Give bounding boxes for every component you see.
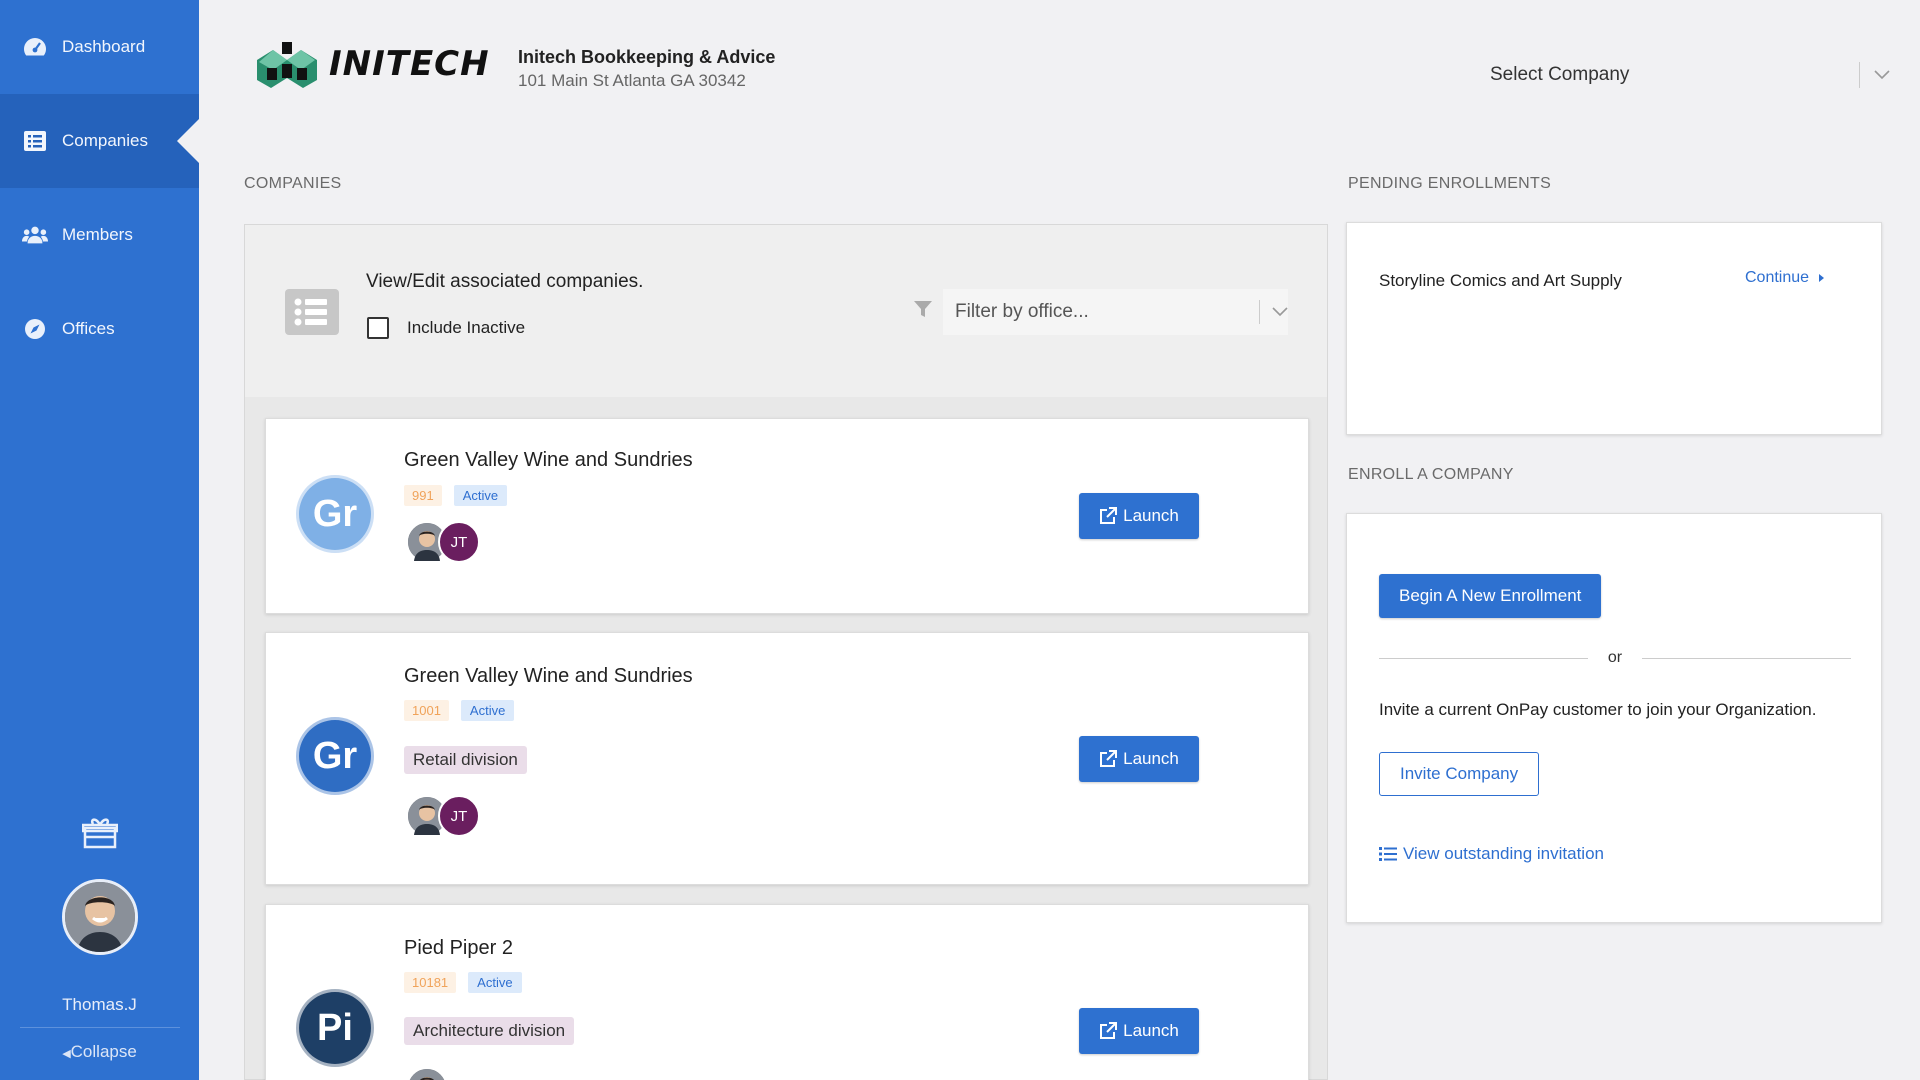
organization-name: Initech Bookkeeping & Advice	[518, 47, 776, 67]
view-invitation-link[interactable]: View outstanding invitation	[1379, 844, 1604, 864]
external-link-icon	[1100, 1022, 1118, 1039]
pending-enrollments-label: PENDING ENROLLMENTS	[1348, 175, 1552, 192]
collapse-button[interactable]: ◀Collapse	[0, 1028, 199, 1080]
launch-label: Launch	[1123, 1021, 1179, 1040]
select-separator	[1259, 300, 1260, 324]
invite-company-button[interactable]: Invite Company	[1379, 752, 1540, 796]
launch-button[interactable]: Launch	[1079, 493, 1199, 539]
sidebar-item-label: Offices	[62, 319, 115, 338]
sidebar-item-companies[interactable]: Companies	[0, 94, 199, 188]
divider-line	[1379, 657, 1588, 659]
member-avatar[interactable]	[406, 1067, 448, 1080]
companies-panel-header: View/Edit associated companies. Include …	[245, 225, 1327, 397]
sidebar-item-members[interactable]: Members	[0, 188, 199, 282]
company-members: JT	[406, 521, 480, 563]
users-icon	[22, 224, 48, 246]
initech-logo-icon	[257, 42, 317, 88]
or-divider: or	[1379, 649, 1852, 667]
member-avatar[interactable]: JT	[438, 795, 480, 837]
launch-button[interactable]: Launch	[1079, 736, 1199, 782]
continue-label: Continue	[1745, 269, 1810, 286]
view-invitation-label: View outstanding invitation	[1403, 844, 1604, 863]
status-badge: Active	[468, 972, 522, 993]
divider-line	[1642, 657, 1852, 659]
company-select[interactable]: Select Company	[1490, 56, 1890, 94]
compass-icon	[22, 318, 48, 340]
dashboard-icon	[22, 36, 48, 58]
logo-text: INITECH	[329, 44, 490, 84]
status-badge: Active	[453, 485, 508, 506]
company-number-badge: 991	[404, 485, 442, 506]
organization-address: 101 Main St Atlanta GA 30342	[518, 71, 746, 90]
company-number-badge: 10181	[404, 972, 457, 993]
companies-section-label: COMPANIES	[244, 175, 342, 192]
status-badge: Active	[460, 700, 515, 721]
select-separator	[1859, 62, 1860, 88]
company-badges: 991 Active	[404, 485, 508, 506]
external-link-icon	[1100, 507, 1118, 524]
include-inactive-toggle[interactable]: Include Inactive	[367, 317, 525, 339]
username: Thomas.J	[62, 995, 137, 1014]
chevron-down-icon	[1874, 70, 1890, 80]
sidebar-item-dashboard[interactable]: Dashboard	[0, 0, 199, 94]
company-select-placeholder: Select Company	[1490, 64, 1630, 85]
company-name: Green Valley Wine and Sundries	[404, 449, 693, 471]
company-logo: INITECH	[253, 40, 490, 88]
companies-panel-title: View/Edit associated companies.	[366, 271, 644, 292]
company-avatar: Pi	[296, 989, 374, 1067]
division-tag: Architecture division	[404, 1017, 575, 1045]
company-card: Pi Pied Piper 2 10181 Active Architectur…	[265, 904, 1309, 1080]
pending-company-name: Storyline Comics and Art Supply	[1379, 271, 1622, 290]
begin-enrollment-button[interactable]: Begin A New Enrollment	[1379, 574, 1602, 618]
filter-icon	[914, 301, 932, 317]
include-inactive-checkbox[interactable]	[367, 317, 389, 339]
company-avatar: Gr	[296, 475, 374, 553]
invite-description: Invite a current OnPay customer to join …	[1379, 700, 1817, 719]
enroll-company-label: ENROLL A COMPANY	[1348, 466, 1514, 483]
chevron-down-icon	[1272, 307, 1288, 317]
or-label: or	[1607, 649, 1623, 666]
sidebar-item-label: Members	[62, 225, 133, 244]
company-card: Gr Green Valley Wine and Sundries 991 Ac…	[265, 418, 1309, 614]
sidebar: Dashboard Companies Members Offices Thom…	[0, 0, 199, 1080]
external-link-icon	[1100, 750, 1118, 767]
continue-link[interactable]: Continue	[1745, 269, 1827, 287]
launch-label: Launch	[1123, 749, 1179, 768]
enroll-company-card: Begin A New Enrollment or Invite a curre…	[1346, 513, 1882, 923]
organization-info: Initech Bookkeeping & Advice 101 Main St…	[518, 47, 775, 91]
launch-button[interactable]: Launch	[1079, 1008, 1199, 1054]
list-icon	[285, 289, 339, 335]
companies-panel: View/Edit associated companies. Include …	[244, 224, 1328, 1080]
office-filter-placeholder: Filter by office...	[955, 301, 1089, 322]
sidebar-item-label: Dashboard	[62, 37, 146, 56]
member-avatar[interactable]: JT	[438, 521, 480, 563]
company-number-badge: 1001	[404, 700, 449, 721]
company-badges: 1001 Active	[404, 700, 515, 721]
sidebar-item-offices[interactable]: Offices	[0, 282, 199, 376]
gift-icon[interactable]	[81, 817, 118, 849]
user-avatar[interactable]	[61, 879, 138, 955]
list-icon	[22, 130, 48, 152]
company-name: Green Valley Wine and Sundries	[404, 665, 693, 687]
company-members: JT	[406, 795, 480, 837]
division-tag: Retail division	[404, 746, 527, 774]
pending-enrollment-card: Storyline Comics and Art Supply Continue	[1346, 222, 1882, 435]
sidebar-item-label: Companies	[62, 131, 148, 150]
company-name: Pied Piper 2	[404, 937, 513, 959]
caret-right-icon	[1819, 274, 1825, 282]
collapse-label: Collapse	[70, 1042, 137, 1061]
company-avatar: Gr	[296, 717, 374, 795]
include-inactive-label: Include Inactive	[407, 318, 526, 337]
launch-label: Launch	[1123, 506, 1179, 525]
company-card: Gr Green Valley Wine and Sundries 1001 A…	[265, 632, 1309, 885]
company-members	[406, 1067, 448, 1080]
office-filter-select[interactable]: Filter by office...	[943, 289, 1288, 335]
list-icon	[1379, 847, 1397, 861]
company-badges: 10181 Active	[404, 972, 522, 993]
caret-left-icon: ◀	[62, 1048, 71, 1060]
sidebar-footer: Thomas.J ◀Collapse	[0, 817, 199, 1080]
